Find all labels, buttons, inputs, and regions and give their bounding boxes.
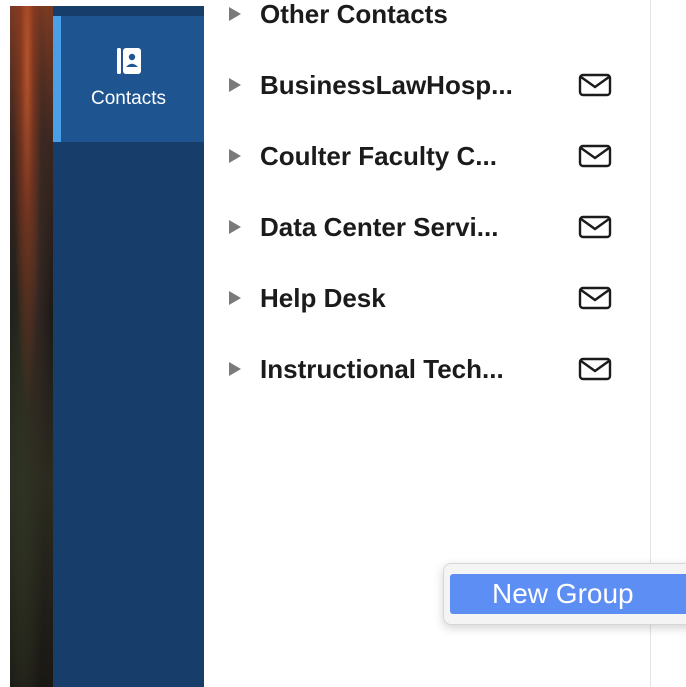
app-nav-bar: Contacts [53, 6, 204, 687]
disclosure-triangle-icon[interactable] [228, 148, 244, 164]
group-name: BusinessLawHosp... [260, 69, 513, 100]
nav-item-label: Contacts [91, 88, 166, 109]
app-window: Contacts Other Contacts BusinessLawHosp.… [0, 0, 686, 687]
group-row-coulter-faculty[interactable]: Coulter Faculty C... [204, 134, 650, 178]
contacts-book-icon [116, 48, 141, 74]
group-row-help-desk[interactable]: Help Desk [204, 276, 650, 320]
disclosure-triangle-icon[interactable] [228, 219, 244, 235]
envelope-icon[interactable] [578, 143, 612, 169]
group-name: Data Center Servi... [260, 211, 499, 242]
group-row-instructional-tech[interactable]: Instructional Tech... [204, 347, 650, 391]
disclosure-triangle-icon[interactable] [228, 6, 244, 22]
envelope-icon[interactable] [578, 356, 612, 382]
envelope-icon[interactable] [578, 214, 612, 240]
group-row-other-contacts[interactable]: Other Contacts [204, 0, 650, 36]
menu-item-new-group[interactable]: New Group [450, 574, 686, 614]
context-menu: New Group [443, 563, 686, 625]
disclosure-triangle-icon[interactable] [228, 290, 244, 306]
group-row-data-center-services[interactable]: Data Center Servi... [204, 205, 650, 249]
group-name: Coulter Faculty C... [260, 140, 497, 171]
envelope-icon[interactable] [578, 285, 612, 311]
group-name: Other Contacts [260, 0, 448, 29]
group-name: Instructional Tech... [260, 353, 504, 384]
group-name: Help Desk [260, 282, 386, 313]
group-row-businesslawhosp[interactable]: BusinessLawHosp... [204, 63, 650, 107]
disclosure-triangle-icon[interactable] [228, 77, 244, 93]
disclosure-triangle-icon[interactable] [228, 361, 244, 377]
desktop-wallpaper [10, 6, 53, 687]
nav-selection-indicator [53, 16, 61, 142]
nav-item-contacts[interactable]: Contacts [53, 16, 204, 142]
envelope-icon[interactable] [578, 72, 612, 98]
